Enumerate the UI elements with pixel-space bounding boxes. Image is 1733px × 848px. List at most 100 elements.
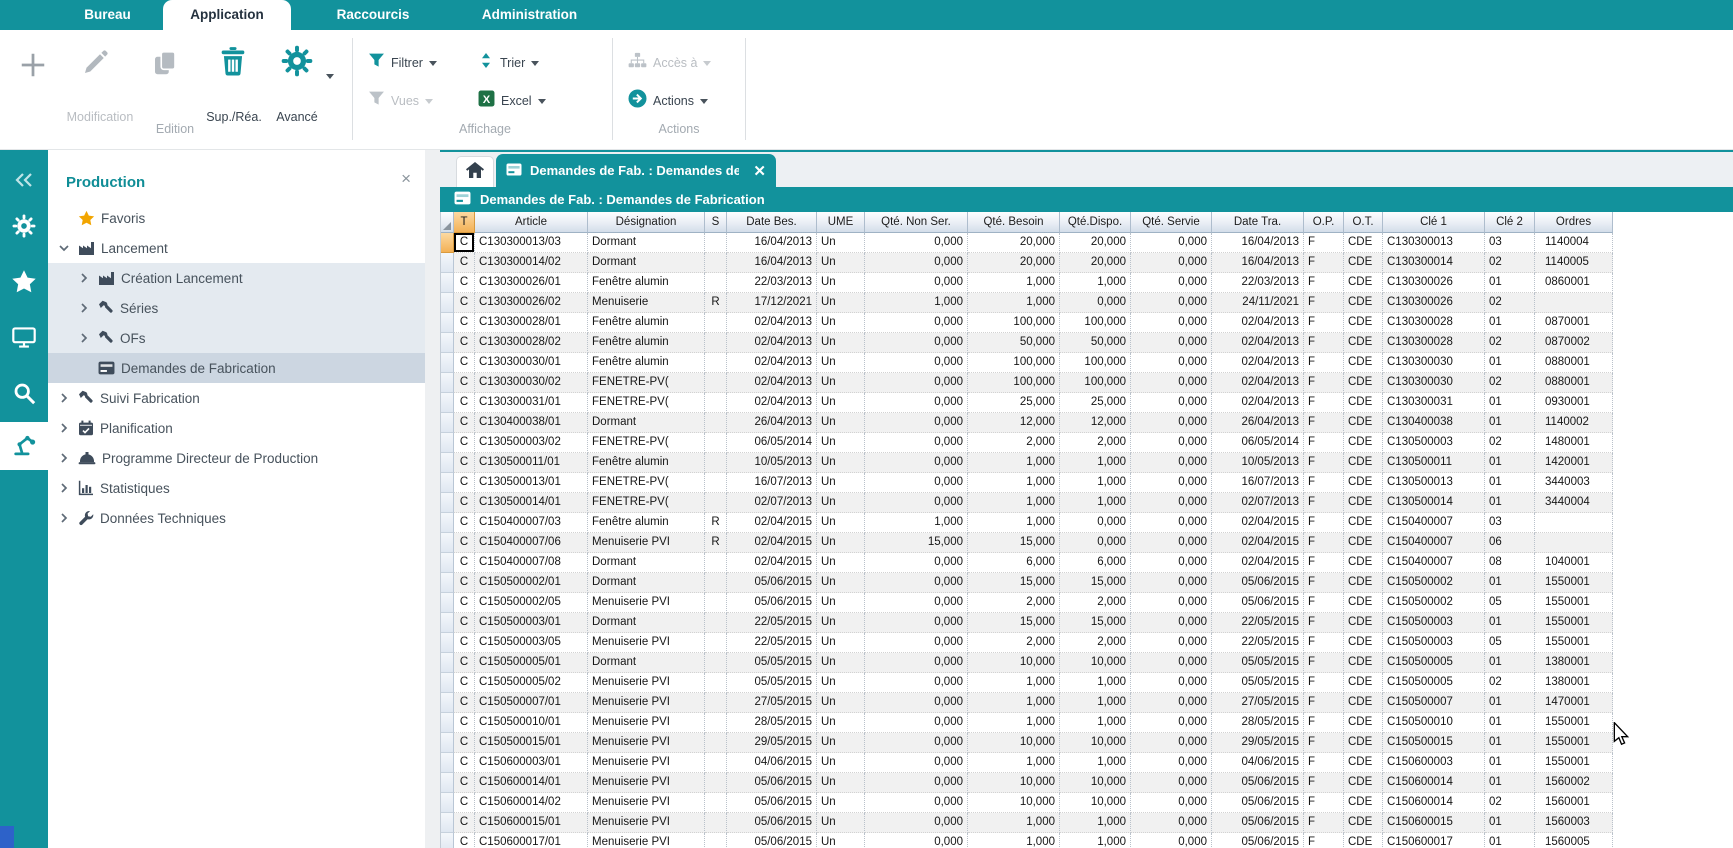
grid-cell[interactable] xyxy=(1535,293,1613,313)
grid-cell[interactable]: C130300028/01 xyxy=(475,313,588,333)
grid-cell[interactable]: 03 xyxy=(1485,513,1535,533)
grid-cell[interactable]: CDE xyxy=(1344,453,1383,473)
grid-col-header-ordres[interactable]: Ordres xyxy=(1535,212,1613,233)
grid-cell[interactable]: C130500014 xyxy=(1383,493,1485,513)
grid-cell[interactable]: Un xyxy=(817,333,865,353)
grid-cell[interactable] xyxy=(705,673,727,693)
grid-cell[interactable]: 1,000 xyxy=(968,513,1060,533)
grid-cell[interactable]: 01 xyxy=(1485,313,1535,333)
grid-cell[interactable]: C130300013/03 xyxy=(475,233,588,253)
grid-cell[interactable]: C150400007 xyxy=(1383,533,1485,553)
grid-cell[interactable] xyxy=(705,393,727,413)
grid-cell[interactable]: CDE xyxy=(1344,753,1383,773)
grid-cell[interactable]: C130400038 xyxy=(1383,413,1485,433)
grid-cell[interactable] xyxy=(705,813,727,833)
grid-cell[interactable]: C150500007/01 xyxy=(475,693,588,713)
grid-cell[interactable]: 0,000 xyxy=(1131,353,1212,373)
grid-cell[interactable]: CDE xyxy=(1344,793,1383,813)
grid-cell[interactable] xyxy=(705,553,727,573)
grid-cell[interactable]: 0,000 xyxy=(865,373,968,393)
grid-cell[interactable]: R xyxy=(705,513,727,533)
grid-cell[interactable]: 1,000 xyxy=(968,673,1060,693)
grid-cell[interactable]: 02/04/2013 xyxy=(727,393,817,413)
sidebar-item-suivi-fabrication[interactable]: Suivi Fabrication xyxy=(48,383,425,413)
grid-cell[interactable]: 15,000 xyxy=(968,613,1060,633)
grid-cell[interactable]: 0,000 xyxy=(865,253,968,273)
grid-cell[interactable]: 01 xyxy=(1485,273,1535,293)
grid-cell[interactable]: Un xyxy=(817,353,865,373)
grid-cell[interactable]: 05/06/2015 xyxy=(1212,573,1304,593)
grid-cell[interactable]: CDE xyxy=(1344,673,1383,693)
grid-cell[interactable]: Un xyxy=(817,633,865,653)
grid-cell[interactable]: F xyxy=(1304,473,1344,493)
grid-cell[interactable]: 3440004 xyxy=(1535,493,1613,513)
grid-cell[interactable]: 02/04/2015 xyxy=(1212,553,1304,573)
grid-cell[interactable]: C130300031 xyxy=(1383,393,1485,413)
grid-cell[interactable]: C xyxy=(454,353,475,373)
grid-cell[interactable]: 1,000 xyxy=(1060,713,1131,733)
grid-cell[interactable]: 0,000 xyxy=(1131,453,1212,473)
grid-cell[interactable]: C xyxy=(454,393,475,413)
grid-cell[interactable]: 0,000 xyxy=(1131,533,1212,553)
grid-cell[interactable]: 10,000 xyxy=(1060,773,1131,793)
sidebar-item-cr-ation-lancement[interactable]: Création Lancement xyxy=(48,263,425,293)
grid-cell[interactable]: 0,000 xyxy=(1131,313,1212,333)
sidebar-item-programme-directeur-de-production[interactable]: Programme Directeur de Production xyxy=(48,443,425,473)
grid-cell[interactable]: C150500015 xyxy=(1383,733,1485,753)
advanced-button[interactable] xyxy=(280,44,314,83)
grid-cell[interactable]: C150500005 xyxy=(1383,653,1485,673)
grid-cell[interactable]: C xyxy=(454,493,475,513)
grid-cell[interactable]: 02/04/2013 xyxy=(727,353,817,373)
grid-cell[interactable]: R xyxy=(705,293,727,313)
grid-cell[interactable]: 01 xyxy=(1485,773,1535,793)
grid-cell[interactable]: 06/05/2014 xyxy=(727,433,817,453)
grid-cell[interactable]: 02/04/2013 xyxy=(1212,313,1304,333)
grid-cell[interactable]: 10/05/2013 xyxy=(727,453,817,473)
grid-cell[interactable]: C150600014 xyxy=(1383,773,1485,793)
grid-cell[interactable]: 2,000 xyxy=(1060,593,1131,613)
grid-cell[interactable]: 100,000 xyxy=(1060,373,1131,393)
grid-cell[interactable]: Menuiserie PVI xyxy=(588,813,705,833)
advanced-dropdown[interactable] xyxy=(326,68,334,86)
grid-cell[interactable]: C150600015 xyxy=(1383,813,1485,833)
grid-cell[interactable]: F xyxy=(1304,533,1344,553)
grid-cell[interactable]: 02/04/2015 xyxy=(1212,533,1304,553)
grid-cell[interactable]: 0,000 xyxy=(1131,673,1212,693)
grid-cell[interactable]: C150600014 xyxy=(1383,793,1485,813)
grid-cell[interactable]: 02/04/2013 xyxy=(727,333,817,353)
grid-cell[interactable]: CDE xyxy=(1344,693,1383,713)
grid-cell[interactable]: C150400007/06 xyxy=(475,533,588,553)
grid-cell[interactable]: CDE xyxy=(1344,593,1383,613)
grid-cell[interactable]: Dormant xyxy=(588,613,705,633)
grid-cell[interactable]: Un xyxy=(817,753,865,773)
grid-cell[interactable]: Fenêtre alumin xyxy=(588,313,705,333)
grid-cell[interactable] xyxy=(705,473,727,493)
grid-cell[interactable]: 10/05/2013 xyxy=(1212,453,1304,473)
grid-cell[interactable]: 10,000 xyxy=(1060,733,1131,753)
grid-cell[interactable]: C xyxy=(454,533,475,553)
grid-cell[interactable]: CDE xyxy=(1344,633,1383,653)
grid-cell[interactable]: 2,000 xyxy=(968,593,1060,613)
grid-cell[interactable]: F xyxy=(1304,613,1344,633)
grid-cell[interactable]: 24/11/2021 xyxy=(1212,293,1304,313)
grid-cell[interactable]: CDE xyxy=(1344,233,1383,253)
grid-cell[interactable]: C xyxy=(454,453,475,473)
grid-cell[interactable]: 0,000 xyxy=(865,233,968,253)
excel-button[interactable]: X Excel xyxy=(478,90,546,112)
grid-cell[interactable]: C150500003/05 xyxy=(475,633,588,653)
grid-cell[interactable]: 22/05/2015 xyxy=(727,613,817,633)
row-selector[interactable] xyxy=(441,413,454,433)
grid-cell[interactable] xyxy=(705,633,727,653)
grid-cell[interactable]: 1560001 xyxy=(1535,793,1613,813)
grid-cell[interactable]: Un xyxy=(817,393,865,413)
grid-cell[interactable]: C150600017/01 xyxy=(475,833,588,848)
grid-cell[interactable]: C xyxy=(454,253,475,273)
grid-cell[interactable]: C xyxy=(454,593,475,613)
grid-cell[interactable]: Menuiserie PVI xyxy=(588,773,705,793)
grid-cell[interactable]: Un xyxy=(817,373,865,393)
grid-cell[interactable]: 27/05/2015 xyxy=(727,693,817,713)
grid-cell[interactable]: 1,000 xyxy=(865,513,968,533)
grid-cell[interactable]: C xyxy=(454,753,475,773)
grid-cell[interactable]: 20,000 xyxy=(968,253,1060,273)
copy-button[interactable] xyxy=(150,48,180,83)
